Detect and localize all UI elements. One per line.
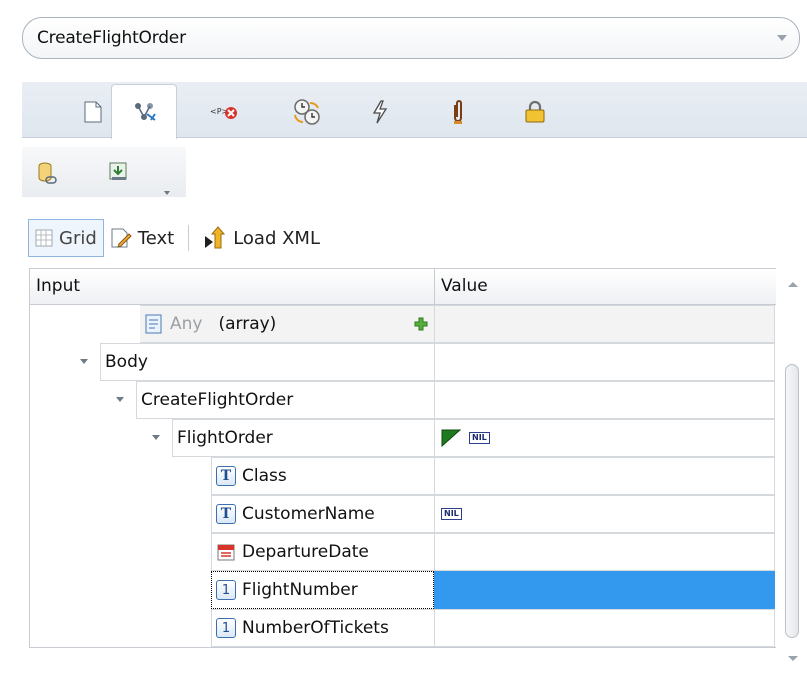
chevron-down-icon[interactable]	[164, 191, 170, 195]
input-cell[interactable]: CreateFlightOrder	[136, 381, 434, 419]
tab-checkpoints[interactable]: <P>	[192, 86, 258, 138]
number-type-icon: 1	[216, 580, 236, 600]
input-mapping-icon	[135, 103, 156, 121]
element-suffix: (array)	[218, 314, 277, 334]
input-grid: Input Value Any (array) Body CreateFligh…	[29, 268, 807, 648]
load-xml-button[interactable]: Load XML	[197, 219, 326, 257]
operation-name: CreateFlightOrder	[37, 28, 186, 48]
view-toolbar: Grid Text Load XML	[28, 218, 326, 258]
value-cell[interactable]	[434, 533, 775, 571]
scroll-thumb[interactable]	[785, 364, 799, 638]
input-cell[interactable]: Body	[100, 343, 434, 381]
element-name: Any	[170, 314, 203, 334]
events-lightning-icon	[372, 100, 388, 124]
input-cell[interactable]: 1 FlightNumber	[211, 571, 434, 609]
scroll-down-icon[interactable]	[788, 656, 798, 661]
table-row[interactable]: T CustomerName NIL	[30, 495, 775, 533]
number-type-icon: 1	[216, 618, 236, 638]
collapse-icon[interactable]	[80, 359, 88, 364]
scroll-up-icon[interactable]	[788, 282, 798, 287]
grid-icon	[35, 229, 53, 247]
value-cell[interactable]: NIL	[434, 495, 775, 533]
sync-clocks-icon	[294, 99, 320, 125]
element-name: FlightOrder	[177, 428, 273, 448]
input-cell[interactable]: T CustomerName	[211, 495, 434, 533]
tab-attachments[interactable]	[425, 86, 491, 138]
element-name: Body	[105, 352, 148, 372]
any-element-icon	[145, 314, 162, 334]
element-name: Class	[242, 466, 287, 486]
import-button[interactable]	[108, 161, 136, 187]
input-cell[interactable]: DepartureDate	[211, 533, 434, 571]
toolbar	[22, 147, 186, 197]
attachment-icon	[454, 100, 462, 124]
security-lock-icon	[525, 100, 545, 123]
table-row[interactable]: T Class	[30, 457, 775, 495]
input-cell[interactable]: FlightOrder	[172, 419, 434, 457]
nil-badge[interactable]: NIL	[469, 432, 490, 444]
value-cell[interactable]	[434, 609, 775, 647]
tab-events[interactable]	[347, 86, 413, 138]
value-cell[interactable]	[434, 457, 775, 495]
toolbar-separator	[188, 225, 190, 251]
xpath-checkpoint-icon: <P>	[210, 107, 237, 119]
tab-security[interactable]	[502, 86, 568, 138]
value-cell[interactable]	[434, 343, 775, 381]
load-xml-label: Load XML	[233, 227, 320, 249]
element-name: NumberOfTickets	[242, 618, 389, 638]
value-cell[interactable]: NIL	[434, 419, 775, 457]
element-name: CustomerName	[242, 504, 375, 524]
value-column-header[interactable]: Value	[441, 276, 488, 296]
value-cell[interactable]	[434, 571, 775, 609]
table-row[interactable]: FlightOrder NIL	[30, 419, 775, 457]
table-row[interactable]: 1 NumberOfTickets	[30, 609, 775, 647]
collapse-icon[interactable]	[152, 435, 160, 440]
nil-badge[interactable]: NIL	[441, 508, 462, 520]
vertical-scrollbar[interactable]	[776, 268, 807, 661]
grid-view-button[interactable]: Grid	[28, 219, 104, 257]
column-divider[interactable]	[434, 269, 435, 305]
chevron-down-icon[interactable]	[777, 35, 787, 41]
import-data-icon	[109, 162, 127, 180]
grid-header: Input Value	[30, 269, 806, 305]
table-row[interactable]: CreateFlightOrder	[30, 381, 775, 419]
date-type-icon	[217, 544, 235, 561]
load-xml-icon	[205, 226, 226, 249]
element-name: FlightNumber	[242, 580, 358, 600]
text-view-button[interactable]: Text	[104, 219, 180, 257]
database-link-icon	[38, 162, 57, 184]
element-name: CreateFlightOrder	[141, 390, 294, 410]
text-type-icon: T	[216, 504, 236, 524]
value-cell[interactable]	[434, 381, 775, 419]
document-icon	[84, 101, 102, 123]
input-column-header[interactable]: Input	[36, 276, 80, 296]
input-cell[interactable]: T Class	[211, 457, 434, 495]
input-cell[interactable]: 1 NumberOfTickets	[211, 609, 434, 647]
text-edit-icon	[111, 228, 132, 248]
tab-synchronization[interactable]	[274, 86, 340, 138]
table-row[interactable]: DepartureDate	[30, 533, 775, 571]
table-row[interactable]: Any (array)	[30, 305, 775, 343]
table-row[interactable]: Body	[30, 343, 775, 381]
tab-input[interactable]	[111, 84, 177, 139]
element-name: DepartureDate	[242, 542, 369, 562]
tab-strip: <P>	[22, 82, 807, 139]
value-cell[interactable]	[434, 305, 775, 343]
text-type-icon: T	[216, 466, 236, 486]
collapse-icon[interactable]	[116, 397, 124, 402]
text-view-label: Text	[137, 227, 175, 249]
input-cell[interactable]: Any (array)	[140, 305, 434, 343]
add-item-icon[interactable]	[414, 317, 428, 331]
green-flag-icon	[441, 429, 461, 447]
table-row[interactable]: 1 FlightNumber	[30, 571, 775, 609]
grid-view-label: Grid	[59, 227, 97, 249]
data-source-button[interactable]	[36, 161, 64, 187]
operation-selector[interactable]: CreateFlightOrder	[22, 17, 800, 59]
